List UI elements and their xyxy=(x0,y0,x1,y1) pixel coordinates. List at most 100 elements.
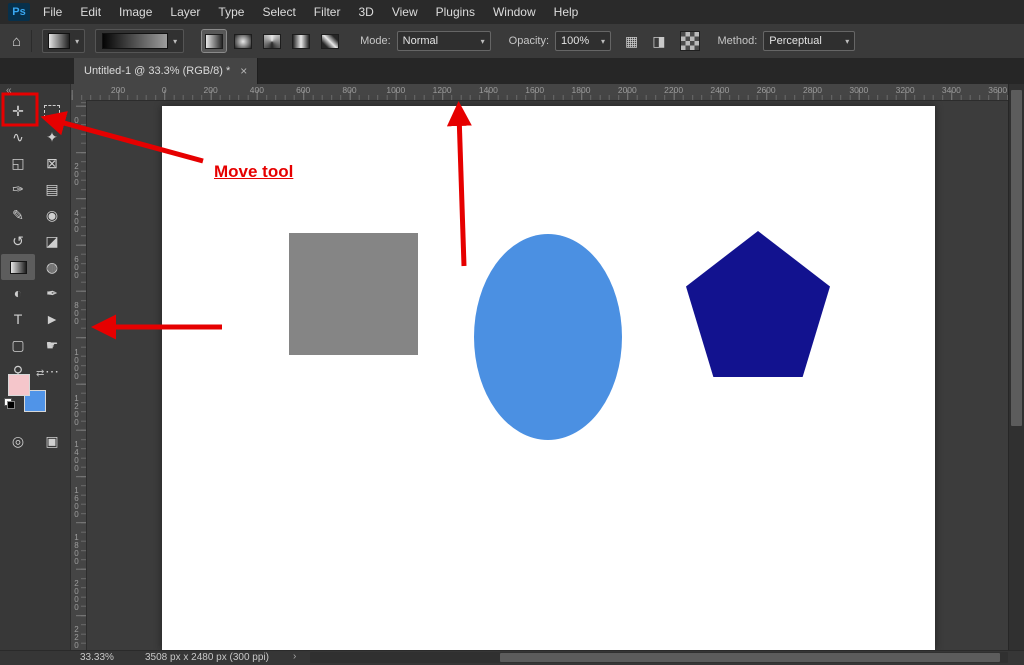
reverse-button[interactable]: ◨ xyxy=(652,33,665,50)
gradient-picker-dropdown[interactable]: ▾ xyxy=(95,29,184,53)
ruler-h-label: 1000 xyxy=(386,85,405,95)
close-icon[interactable]: × xyxy=(240,64,247,78)
dodge-tool[interactable]: ◐ xyxy=(1,280,35,306)
move-tool[interactable]: ✛ xyxy=(1,98,35,124)
chevron-down-icon: ▾ xyxy=(601,37,605,46)
path-selection-tool[interactable]: ► xyxy=(35,306,69,332)
healing-brush-tool[interactable]: ▤ xyxy=(35,176,69,202)
default-background-icon xyxy=(7,401,15,409)
quick-mask-button[interactable]: ◎ xyxy=(1,428,35,454)
ruler-h-label: 3000 xyxy=(849,85,868,95)
gradient-linear-button[interactable] xyxy=(202,30,226,52)
menu-item-image[interactable]: Image xyxy=(110,0,161,24)
ruler-h-label: 2200 xyxy=(664,85,683,95)
opacity-value: 100% xyxy=(561,35,589,47)
status-menu-chevron-icon[interactable]: › xyxy=(293,651,296,662)
type-tool[interactable]: T xyxy=(1,306,35,332)
ruler-horizontal[interactable]: 2000200400600800100012001400160018002000… xyxy=(70,84,1008,101)
linear-gradient-icon xyxy=(205,34,223,49)
ruler-h-label: 200 xyxy=(111,85,125,95)
vertical-scrollbar[interactable] xyxy=(1008,84,1024,650)
ruler-h-label: 0 xyxy=(162,85,167,95)
tool-preset-dropdown[interactable]: ▾ xyxy=(42,29,85,53)
toolbar-collapse-button[interactable]: « xyxy=(6,85,12,96)
mode-value: Normal xyxy=(403,35,438,47)
menu-item-type[interactable]: Type xyxy=(209,0,253,24)
radial-gradient-icon xyxy=(234,34,252,49)
gradient-tool[interactable] xyxy=(1,254,35,280)
menu-item-3d[interactable]: 3D xyxy=(349,0,382,24)
diamond-gradient-icon xyxy=(321,34,339,49)
menu-item-layer[interactable]: Layer xyxy=(161,0,209,24)
pen-tool[interactable]: ✒ xyxy=(35,280,69,306)
gradient-diamond-button[interactable] xyxy=(318,30,342,52)
default-colors-icon[interactable] xyxy=(4,398,14,408)
gradient-radial-button[interactable] xyxy=(231,30,255,52)
method-dropdown[interactable]: Perceptual ▾ xyxy=(763,31,855,51)
menu-item-view[interactable]: View xyxy=(383,0,427,24)
document-canvas[interactable] xyxy=(162,106,935,650)
object-selection-tool[interactable]: ✦ xyxy=(35,124,69,150)
document-tab-bar: Untitled-1 @ 33.3% (RGB/8) * × xyxy=(0,58,1024,84)
toolbar-tools: ✛∿✦◱⊠✑▤✎◉↺◪◍◐✒T►▢☛⚲⋯ xyxy=(1,98,69,384)
gradient-tool-icon xyxy=(10,261,27,274)
frame-tool[interactable]: ⊠ xyxy=(35,150,69,176)
gradient-angle-button[interactable] xyxy=(260,30,284,52)
home-icon[interactable]: ⌂ xyxy=(12,33,21,50)
eraser-tool[interactable]: ◪ xyxy=(35,228,69,254)
chevron-down-icon: ▾ xyxy=(75,37,79,46)
ruler-v-label: 1000 xyxy=(72,348,81,380)
ruler-h-label: 1400 xyxy=(479,85,498,95)
ruler-h-label: 3200 xyxy=(896,85,915,95)
ruler-h-label: 3400 xyxy=(942,85,961,95)
history-brush-tool[interactable]: ↺ xyxy=(1,228,35,254)
zoom-level-field[interactable]: 33.33% xyxy=(80,652,114,663)
options-bar: ⌂ ▾ ▾ Mode: Normal ▾ Opacity: 100% ▾ ▦ ◨ xyxy=(0,24,1024,59)
rectangular-marquee-tool[interactable] xyxy=(35,98,69,124)
ruler-v-label: 1800 xyxy=(72,533,81,565)
method-value: Perceptual xyxy=(769,35,822,47)
mode-dropdown[interactable]: Normal ▾ xyxy=(397,31,491,51)
ruler-v-label: 2200 xyxy=(72,625,81,650)
menu-item-select[interactable]: Select xyxy=(253,0,304,24)
gradient-tool-icon xyxy=(48,33,70,49)
gradient-reflected-button[interactable] xyxy=(289,30,313,52)
ruler-h-label: 2600 xyxy=(757,85,776,95)
menu-item-plugins[interactable]: Plugins xyxy=(427,0,484,24)
shape-tool[interactable]: ▢ xyxy=(1,332,35,358)
menu-item-help[interactable]: Help xyxy=(545,0,588,24)
ruler-v-label: 2000 xyxy=(72,579,81,611)
menu-item-window[interactable]: Window xyxy=(484,0,545,24)
horizontal-scrollbar[interactable] xyxy=(310,652,1008,663)
crop-tool[interactable]: ◱ xyxy=(1,150,35,176)
eyedropper-tool[interactable]: ✑ xyxy=(1,176,35,202)
ruler-vertical[interactable]: 0200400600800100012001400160018002000220… xyxy=(70,100,87,650)
ruler-h-label: 400 xyxy=(250,85,264,95)
dither-button[interactable]: ▦ xyxy=(625,33,638,50)
ruler-h-label: 2800 xyxy=(803,85,822,95)
brush-tool[interactable]: ✎ xyxy=(1,202,35,228)
blur-tool[interactable]: ◍ xyxy=(35,254,69,280)
canvas-shape-rectangle xyxy=(289,233,418,355)
canvas-shape-pentagon xyxy=(686,231,830,377)
hand-tool[interactable]: ☛ xyxy=(35,332,69,358)
vertical-scrollbar-thumb[interactable] xyxy=(1011,90,1022,426)
menubar: Ps FileEditImageLayerTypeSelectFilter3DV… xyxy=(0,0,1024,25)
opacity-label: Opacity: xyxy=(509,35,549,47)
clone-stamp-tool[interactable]: ◉ xyxy=(35,202,69,228)
canvas-shape-ellipse xyxy=(474,234,622,440)
opacity-dropdown[interactable]: 100% ▾ xyxy=(555,31,611,51)
swap-colors-icon[interactable]: ⇄ xyxy=(36,368,44,379)
horizontal-scrollbar-thumb[interactable] xyxy=(500,653,1000,662)
menu-item-filter[interactable]: Filter xyxy=(305,0,350,24)
ruler-h-label: 2000 xyxy=(618,85,637,95)
transparency-button[interactable] xyxy=(680,31,700,51)
lasso-tool[interactable]: ∿ xyxy=(1,124,35,150)
menu-item-edit[interactable]: Edit xyxy=(71,0,110,24)
foreground-color-swatch[interactable] xyxy=(8,374,30,396)
document-tab[interactable]: Untitled-1 @ 33.3% (RGB/8) * × xyxy=(74,58,258,84)
screen-mode-button[interactable]: ▣ xyxy=(35,428,69,454)
ruler-h-label: 1800 xyxy=(572,85,591,95)
toolbar: « ✛∿✦◱⊠✑▤✎◉↺◪◍◐✒T►▢☛⚲⋯ ⇄ ◎▣ xyxy=(0,84,71,650)
menu-item-file[interactable]: File xyxy=(34,0,71,24)
